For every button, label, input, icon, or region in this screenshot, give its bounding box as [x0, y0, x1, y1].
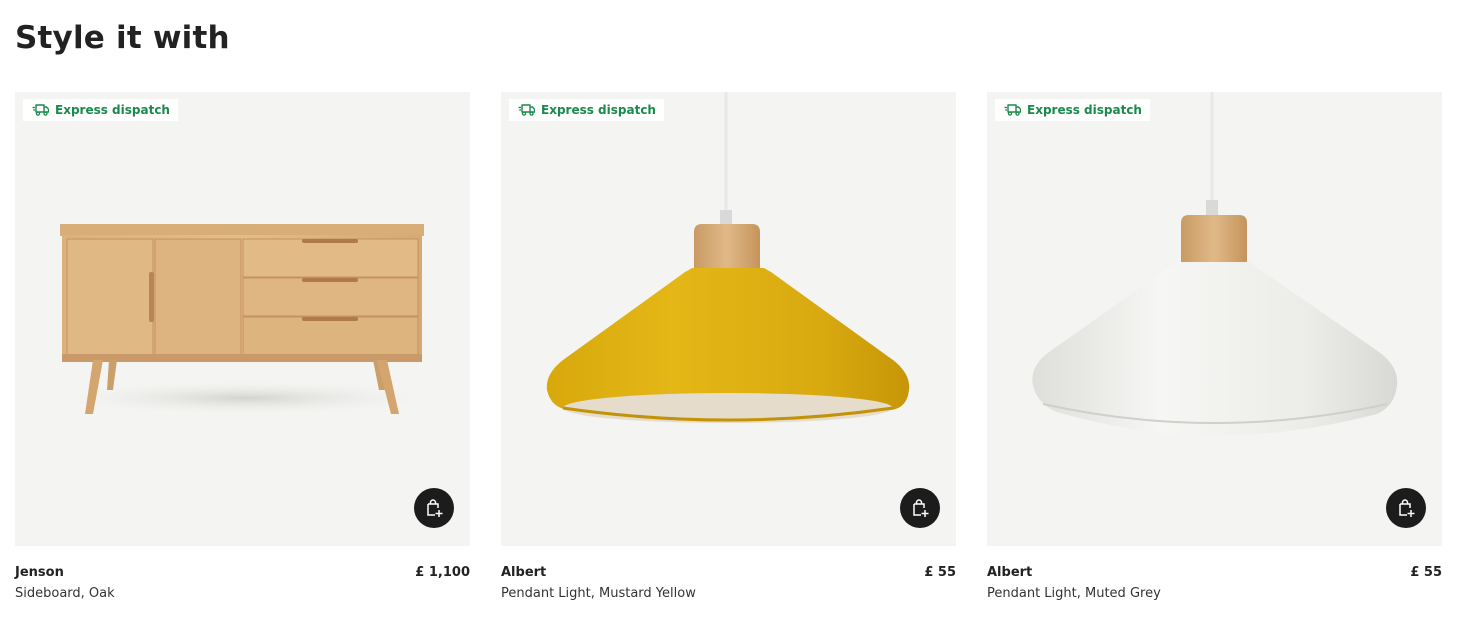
add-to-bag-button[interactable] [1386, 488, 1426, 528]
product-price: £ 55 [1410, 565, 1442, 580]
product-image-mustard-pendant-light [546, 92, 910, 423]
express-dispatch-badge: Express dispatch [23, 99, 178, 121]
product-name[interactable]: Albert [501, 565, 546, 580]
product-description[interactable]: Sideboard, Oak [15, 586, 115, 601]
product-description[interactable]: Pendant Light, Muted Grey [987, 586, 1161, 601]
add-to-bag-button[interactable] [900, 488, 940, 528]
express-dispatch-badge: Express dispatch [509, 99, 664, 121]
product-image-oak-sideboard [45, 224, 445, 416]
section-title: Style it with [15, 20, 230, 56]
add-to-bag-icon [427, 499, 443, 517]
badge-label: Express dispatch [541, 103, 656, 117]
product-info: Jenson £ 1,100 Sideboard, Oak [15, 563, 470, 623]
product-name[interactable]: Albert [987, 565, 1032, 580]
badge-label: Express dispatch [55, 103, 170, 117]
product-price: £ 1,100 [415, 565, 470, 580]
product-price: £ 55 [924, 565, 956, 580]
product-info: Albert £ 55 Pendant Light, Muted Grey [987, 563, 1442, 623]
product-info: Albert £ 55 Pendant Light, Mustard Yello… [501, 563, 956, 623]
add-to-bag-button[interactable] [414, 488, 454, 528]
style-it-with-section: Style it with Express dispatch Jenson £ … [0, 0, 1460, 632]
product-image-link[interactable]: Express dispatch [15, 92, 470, 546]
product-card[interactable]: Express dispatch Albert £ 55 Pendant Lig… [501, 92, 956, 623]
truck-icon [518, 104, 535, 116]
product-image-grey-pendant-light [1032, 92, 1398, 436]
add-to-bag-icon [913, 499, 929, 517]
product-card[interactable]: Express dispatch Albert £ 55 Pendant Lig… [987, 92, 1442, 623]
product-image-link[interactable]: Express dispatch [501, 92, 956, 546]
badge-label: Express dispatch [1027, 103, 1142, 117]
product-description[interactable]: Pendant Light, Mustard Yellow [501, 586, 696, 601]
truck-icon [32, 104, 49, 116]
add-to-bag-icon [1399, 499, 1415, 517]
product-card[interactable]: Express dispatch Jenson £ 1,100 Sideboar… [15, 92, 470, 623]
product-image-link[interactable]: Express dispatch [987, 92, 1442, 546]
truck-icon [1004, 104, 1021, 116]
express-dispatch-badge: Express dispatch [995, 99, 1150, 121]
product-name[interactable]: Jenson [15, 565, 64, 580]
